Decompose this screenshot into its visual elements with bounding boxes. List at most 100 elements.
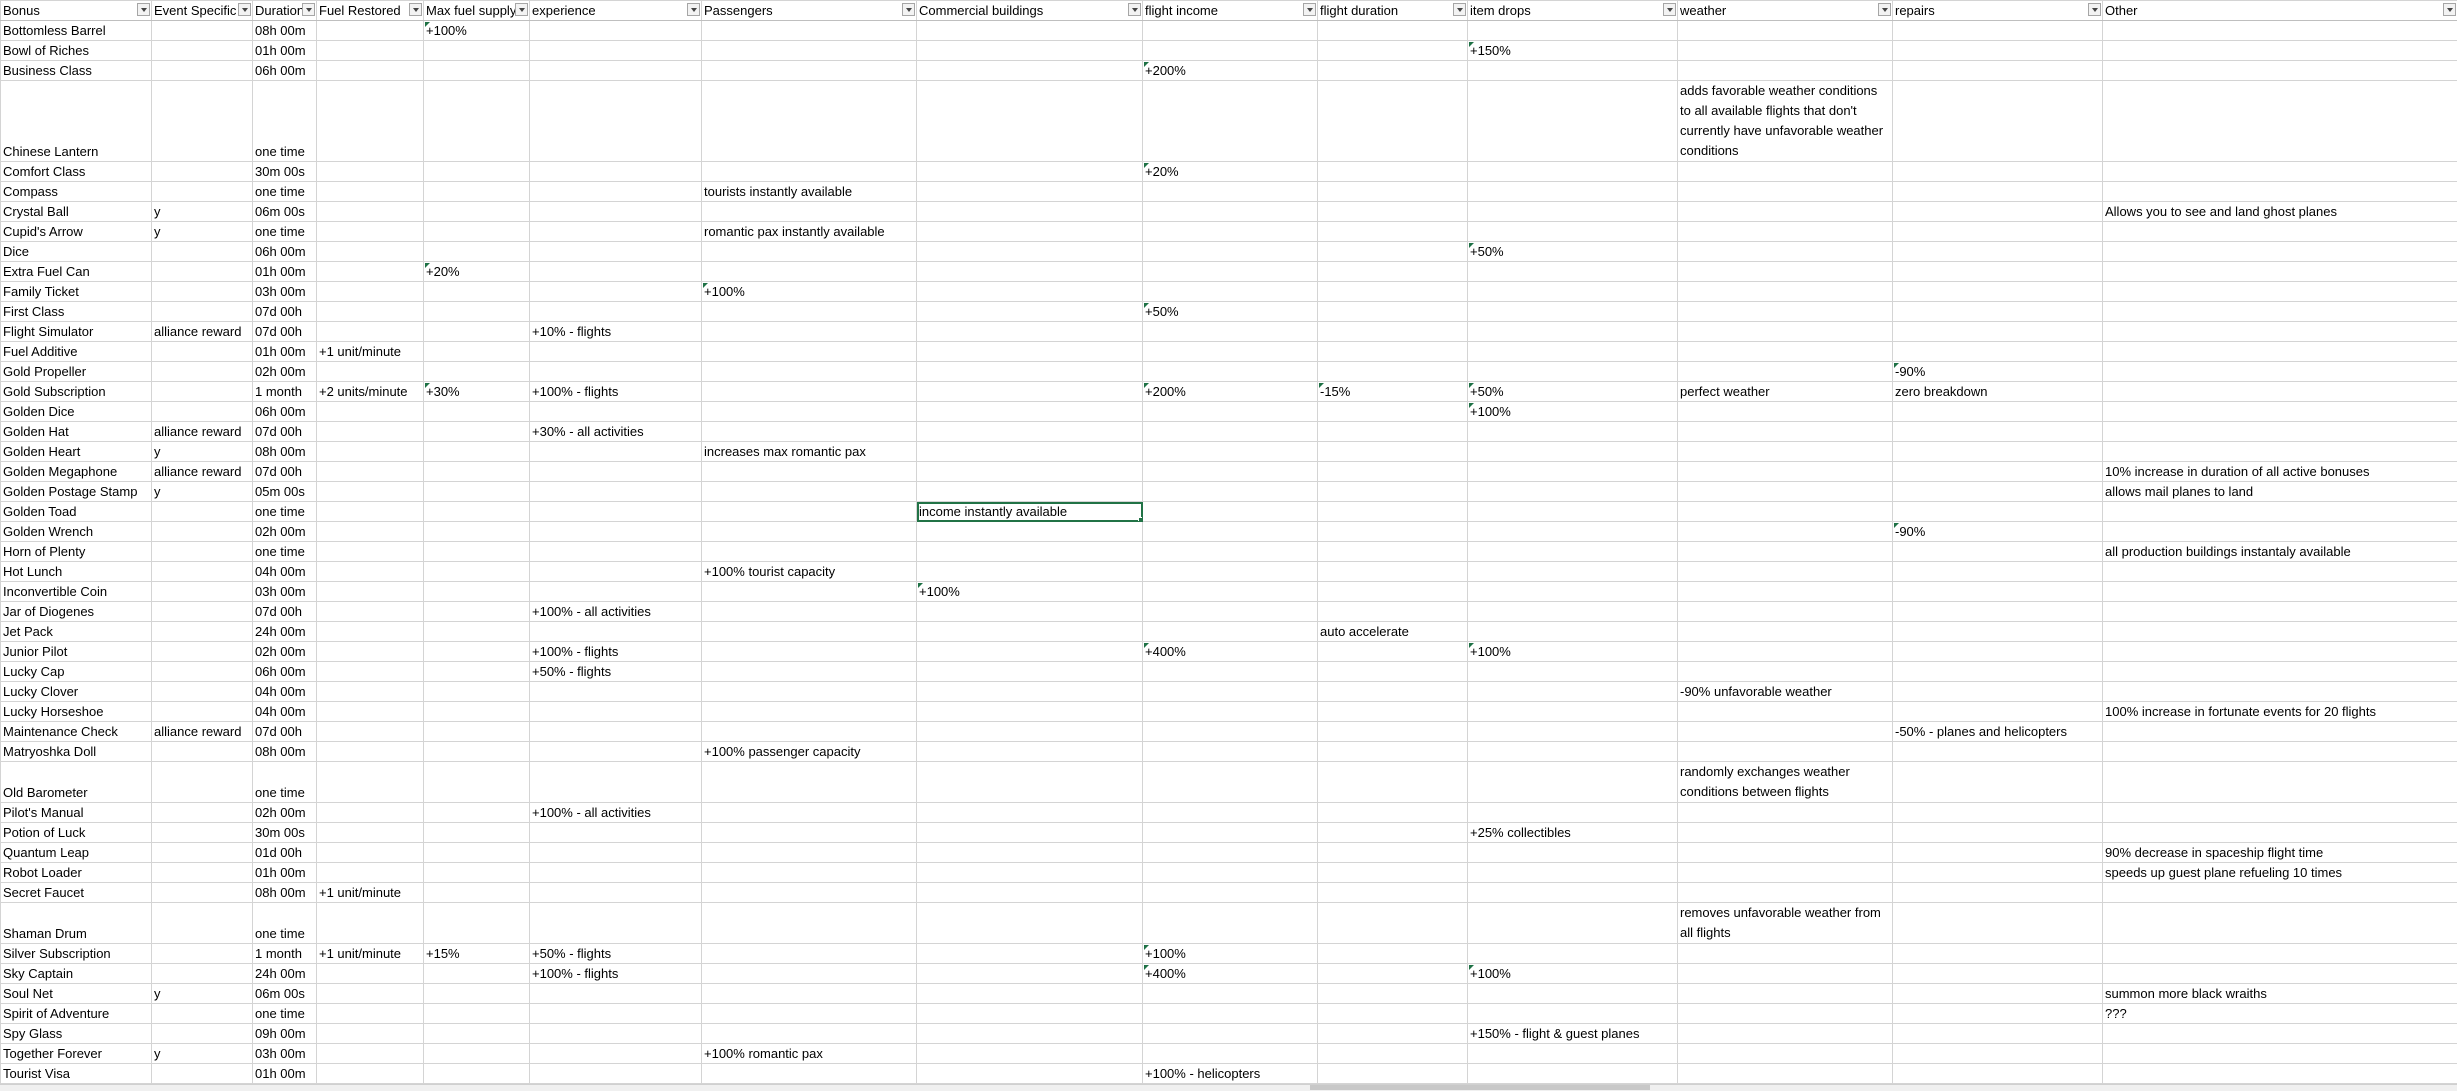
cell[interactable] bbox=[1677, 421, 1893, 442]
cell[interactable] bbox=[529, 261, 702, 282]
cell[interactable]: 10% increase in duration of all active b… bbox=[2102, 461, 2457, 482]
cell[interactable] bbox=[1677, 341, 1893, 362]
cell[interactable] bbox=[1317, 181, 1468, 202]
cell[interactable] bbox=[316, 1043, 424, 1064]
cell[interactable]: summon more black wraiths bbox=[2102, 983, 2457, 1004]
cell[interactable] bbox=[1317, 943, 1468, 964]
cell[interactable]: Bowl of Riches bbox=[0, 40, 152, 61]
cell[interactable] bbox=[529, 221, 702, 242]
cell[interactable] bbox=[1467, 80, 1678, 162]
cell[interactable]: 03h 00m bbox=[252, 281, 317, 302]
cell[interactable]: Business Class bbox=[0, 60, 152, 81]
cell[interactable] bbox=[1317, 401, 1468, 422]
cell[interactable] bbox=[1892, 461, 2103, 482]
cell[interactable] bbox=[316, 521, 424, 542]
cell[interactable] bbox=[1317, 281, 1468, 302]
cell[interactable] bbox=[2102, 1043, 2457, 1064]
cell[interactable]: alliance reward bbox=[151, 321, 253, 342]
cell[interactable] bbox=[1317, 1003, 1468, 1024]
cell[interactable] bbox=[701, 161, 917, 182]
cell[interactable] bbox=[151, 20, 253, 41]
cell[interactable] bbox=[1892, 882, 2103, 903]
cell[interactable] bbox=[1317, 1063, 1468, 1084]
cell[interactable] bbox=[1467, 281, 1678, 302]
cell[interactable] bbox=[916, 261, 1143, 282]
cell[interactable] bbox=[916, 601, 1143, 622]
cell[interactable] bbox=[423, 641, 530, 662]
cell[interactable] bbox=[1467, 882, 1678, 903]
cell[interactable] bbox=[423, 181, 530, 202]
cell[interactable] bbox=[1142, 741, 1318, 762]
cell[interactable] bbox=[2102, 441, 2457, 462]
cell[interactable] bbox=[1142, 1023, 1318, 1044]
cell[interactable] bbox=[916, 983, 1143, 1004]
cell[interactable] bbox=[1317, 321, 1468, 342]
cell[interactable] bbox=[1892, 241, 2103, 262]
cell[interactable]: Pilot's Manual bbox=[0, 802, 152, 823]
cell[interactable] bbox=[316, 621, 424, 642]
cell[interactable] bbox=[1892, 601, 2103, 622]
cell[interactable] bbox=[529, 842, 702, 863]
cell[interactable]: +200% bbox=[1142, 381, 1318, 402]
column-header[interactable]: Max fuel supply bbox=[423, 0, 530, 21]
cell[interactable] bbox=[1677, 501, 1893, 522]
cell[interactable] bbox=[2102, 181, 2457, 202]
cell[interactable] bbox=[916, 201, 1143, 222]
cell[interactable] bbox=[423, 721, 530, 742]
cell[interactable] bbox=[1317, 1023, 1468, 1044]
cell[interactable] bbox=[1317, 361, 1468, 382]
cell[interactable]: +10% - flights bbox=[529, 321, 702, 342]
cell[interactable] bbox=[423, 862, 530, 883]
filter-dropdown-icon[interactable] bbox=[2443, 3, 2456, 16]
cell[interactable]: y bbox=[151, 983, 253, 1004]
cell[interactable] bbox=[1142, 501, 1318, 522]
cell[interactable] bbox=[1677, 441, 1893, 462]
cell[interactable] bbox=[1892, 963, 2103, 984]
cell[interactable]: 07d 00h bbox=[252, 301, 317, 322]
cell[interactable]: +100% bbox=[1142, 943, 1318, 964]
cell[interactable] bbox=[1677, 541, 1893, 562]
cell[interactable] bbox=[1317, 701, 1468, 722]
cell[interactable]: romantic pax instantly available bbox=[701, 221, 917, 242]
cell[interactable] bbox=[1317, 221, 1468, 242]
cell[interactable] bbox=[1142, 401, 1318, 422]
cell[interactable] bbox=[529, 401, 702, 422]
cell[interactable] bbox=[1677, 963, 1893, 984]
cell[interactable]: +50% - flights bbox=[529, 943, 702, 964]
cell[interactable] bbox=[1317, 421, 1468, 442]
filter-dropdown-icon[interactable] bbox=[409, 3, 422, 16]
cell[interactable] bbox=[1142, 181, 1318, 202]
cell[interactable] bbox=[1317, 601, 1468, 622]
cell[interactable] bbox=[423, 621, 530, 642]
cell[interactable]: 30m 00s bbox=[252, 161, 317, 182]
cell[interactable]: Chinese Lantern bbox=[0, 80, 152, 162]
cell[interactable] bbox=[916, 541, 1143, 562]
cell[interactable] bbox=[1317, 80, 1468, 162]
cell[interactable] bbox=[701, 241, 917, 262]
cell[interactable] bbox=[423, 481, 530, 502]
cell[interactable] bbox=[701, 862, 917, 883]
cell[interactable] bbox=[423, 201, 530, 222]
cell[interactable] bbox=[1892, 1003, 2103, 1024]
cell[interactable] bbox=[1142, 1043, 1318, 1064]
cell[interactable]: Soul Net bbox=[0, 983, 152, 1004]
cell[interactable] bbox=[1892, 181, 2103, 202]
cell[interactable] bbox=[916, 963, 1143, 984]
cell[interactable] bbox=[701, 882, 917, 903]
cell[interactable]: Golden Hat bbox=[0, 421, 152, 442]
cell[interactable]: +100% bbox=[1467, 963, 1678, 984]
cell[interactable] bbox=[529, 741, 702, 762]
cell[interactable] bbox=[151, 341, 253, 362]
cell[interactable] bbox=[316, 60, 424, 81]
column-header[interactable]: item drops bbox=[1467, 0, 1678, 21]
cell[interactable] bbox=[916, 882, 1143, 903]
cell[interactable] bbox=[1892, 862, 2103, 883]
cell[interactable] bbox=[423, 461, 530, 482]
cell[interactable] bbox=[1467, 181, 1678, 202]
cell[interactable] bbox=[1467, 701, 1678, 722]
cell[interactable]: +100% - flights bbox=[529, 381, 702, 402]
cell[interactable] bbox=[1467, 221, 1678, 242]
cell[interactable] bbox=[1317, 983, 1468, 1004]
cell[interactable] bbox=[1892, 321, 2103, 342]
cell[interactable]: speeds up guest plane refueling 10 times bbox=[2102, 862, 2457, 883]
